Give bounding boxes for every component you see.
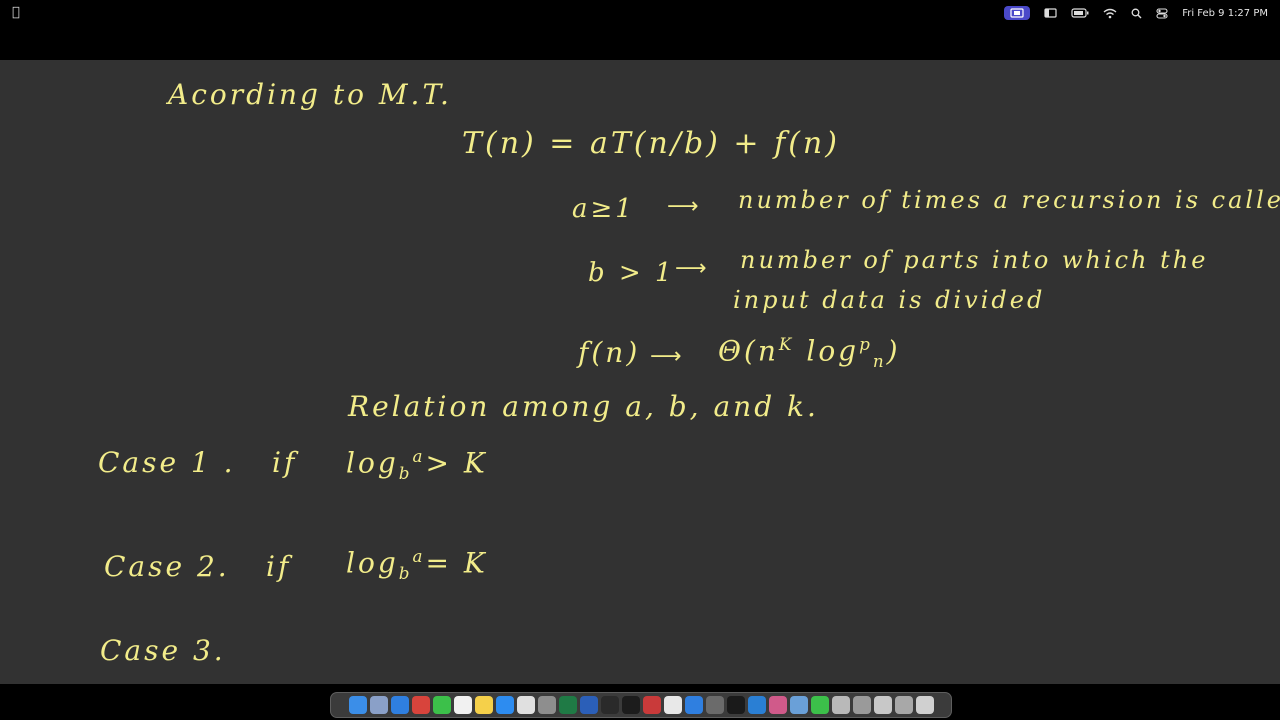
control-center-icon[interactable] <box>1156 7 1168 19</box>
arrow-icon: ⟶ <box>675 256 707 281</box>
b-description-line1: number of parts into which the <box>740 246 1209 274</box>
arrow-icon: ⟶ <box>667 194 699 219</box>
arrow-icon: ⟶ <box>650 344 682 369</box>
app-red-icon[interactable] <box>411 696 430 714</box>
battery-icon[interactable] <box>1071 8 1089 18</box>
status-area: Fri Feb 9 1:27 PM <box>1004 0 1268 26</box>
app-gray-icon[interactable] <box>705 696 724 714</box>
finder-icon[interactable] <box>348 696 367 714</box>
notes-icon[interactable] <box>474 696 493 714</box>
word-icon[interactable] <box>579 696 598 714</box>
menu-clock[interactable]: Fri Feb 9 1:27 PM <box>1182 8 1268 19</box>
screen-record-icon[interactable] <box>1004 6 1031 20</box>
case2-condition: logba= K <box>346 546 488 583</box>
window-icon[interactable] <box>1044 8 1057 18</box>
app-red2-icon[interactable] <box>642 696 661 714</box>
case3-label: Case 3. <box>100 634 226 667</box>
menu-bar:  Fri Feb 9 1:27 PM <box>0 0 1280 26</box>
b-condition: b > 1 <box>588 258 675 288</box>
terminal-icon[interactable] <box>621 696 640 714</box>
chrome-icon[interactable] <box>516 696 535 714</box>
app-pink-icon[interactable] <box>768 696 787 714</box>
messages-icon[interactable] <box>432 696 451 714</box>
case2-if: if <box>266 550 292 583</box>
case1-if: if <box>272 446 298 479</box>
f-theta-expression: Θ(nK logpn) <box>718 334 901 371</box>
case1-condition: logba> K <box>346 446 488 483</box>
folder4-icon[interactable] <box>894 696 913 714</box>
app-store-icon[interactable] <box>495 696 514 714</box>
case2-label: Case 2. <box>104 550 230 583</box>
vscode-icon[interactable] <box>747 696 766 714</box>
safari-icon[interactable] <box>390 696 409 714</box>
apple-icon[interactable]:  <box>12 5 20 20</box>
heading-text: Acording to M.T. <box>168 78 452 111</box>
bluetooth-icon[interactable] <box>684 696 703 714</box>
relation-text: Relation among a, b, and k. <box>348 390 819 423</box>
folder1-icon[interactable] <box>831 696 850 714</box>
calendar-icon[interactable] <box>453 696 472 714</box>
settings-icon[interactable] <box>537 696 556 714</box>
preview-icon[interactable] <box>789 696 808 714</box>
folder2-icon[interactable] <box>852 696 871 714</box>
app-dark-icon[interactable] <box>600 696 619 714</box>
wifi-icon[interactable] <box>1103 8 1117 19</box>
a-description: number of times a recursion is called <box>738 186 1280 214</box>
b-description-line2: input data is divided <box>733 286 1046 314</box>
chrome2-icon[interactable] <box>663 696 682 714</box>
trash-icon[interactable] <box>915 696 934 714</box>
f-label: f(n) <box>578 336 641 369</box>
dock <box>330 692 952 718</box>
a-condition: a≥1 <box>572 194 635 224</box>
spotlight-search-icon[interactable] <box>1131 8 1142 19</box>
excel-icon[interactable] <box>558 696 577 714</box>
folder3-icon[interactable] <box>873 696 892 714</box>
app-dn-icon[interactable] <box>726 696 745 714</box>
case1-label: Case 1 . <box>98 446 236 479</box>
recurrence-equation: T(n) = aT(n/b) + f(n) <box>462 126 840 161</box>
facetime-icon[interactable] <box>810 696 829 714</box>
launchpad-icon[interactable] <box>369 696 388 714</box>
whiteboard-canvas[interactable]: Acording to M.T. T(n) = aT(n/b) + f(n) a… <box>0 60 1280 684</box>
